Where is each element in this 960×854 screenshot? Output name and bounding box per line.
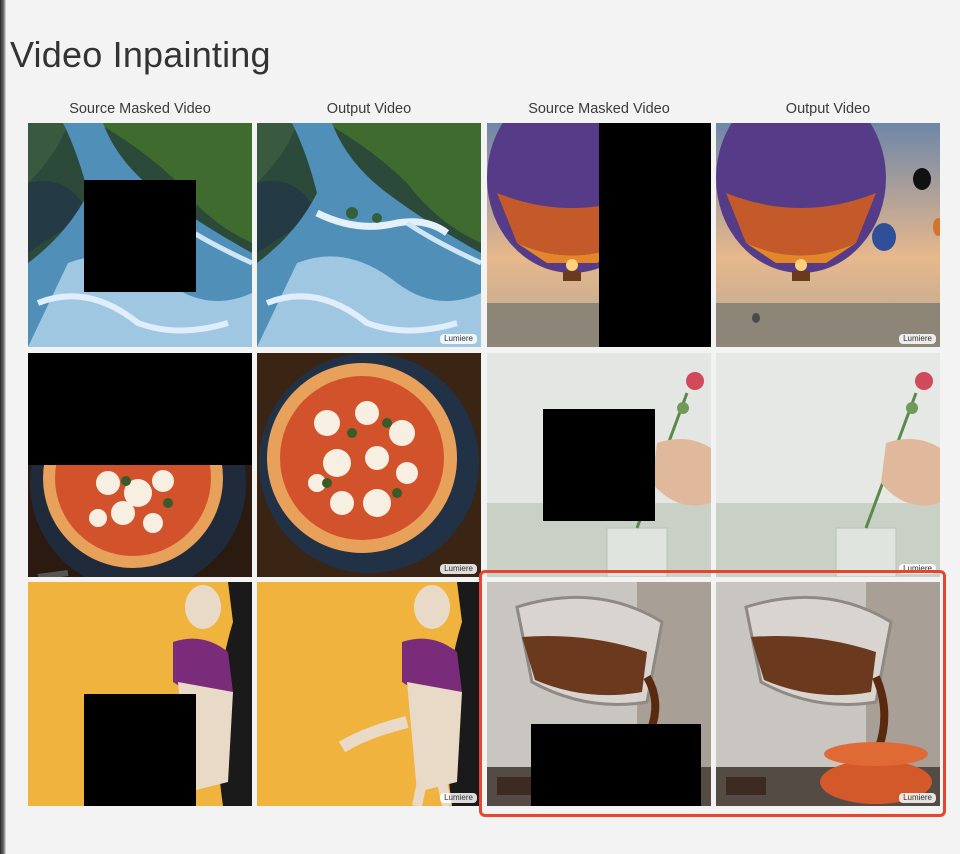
lumiere-watermark: Lumiere	[440, 334, 477, 344]
highlight-box	[479, 570, 946, 817]
balloon-output-video[interactable]: Lumiere	[716, 123, 940, 347]
balloon-source-video[interactable]	[487, 123, 711, 347]
inpaint-mask	[84, 180, 196, 292]
column-header-source-1: Source Masked Video	[69, 101, 211, 117]
column-header-output-2: Output Video	[785, 101, 871, 117]
pizza-source-video[interactable]	[28, 353, 252, 577]
dog-source-video[interactable]	[28, 582, 252, 806]
dog-image	[257, 582, 481, 806]
inpaint-mask	[84, 694, 196, 806]
pizza-output-video[interactable]: Lumiere	[257, 353, 481, 577]
lumiere-watermark: Lumiere	[440, 793, 477, 803]
flower-output-video[interactable]: Lumiere	[716, 353, 940, 577]
page-title: Video Inpainting	[10, 34, 271, 75]
column-header-source-2: Source Masked Video	[528, 101, 670, 117]
dog-output-video[interactable]: Lumiere	[257, 582, 481, 806]
balloon-image	[716, 123, 940, 347]
inpaint-mask	[543, 409, 655, 521]
inpaint-mask	[599, 123, 711, 347]
river-image	[257, 123, 481, 347]
flower-image	[716, 353, 940, 577]
column-header-output-1: Output Video	[326, 101, 412, 117]
river-source-video[interactable]	[28, 123, 252, 347]
left-edge-shadow	[0, 0, 6, 854]
lumiere-watermark: Lumiere	[440, 564, 477, 574]
lumiere-watermark: Lumiere	[899, 334, 936, 344]
flower-source-video[interactable]	[487, 353, 711, 577]
river-output-video[interactable]: Lumiere	[257, 123, 481, 347]
inpaint-mask	[28, 353, 252, 465]
pizza-image	[257, 353, 481, 577]
